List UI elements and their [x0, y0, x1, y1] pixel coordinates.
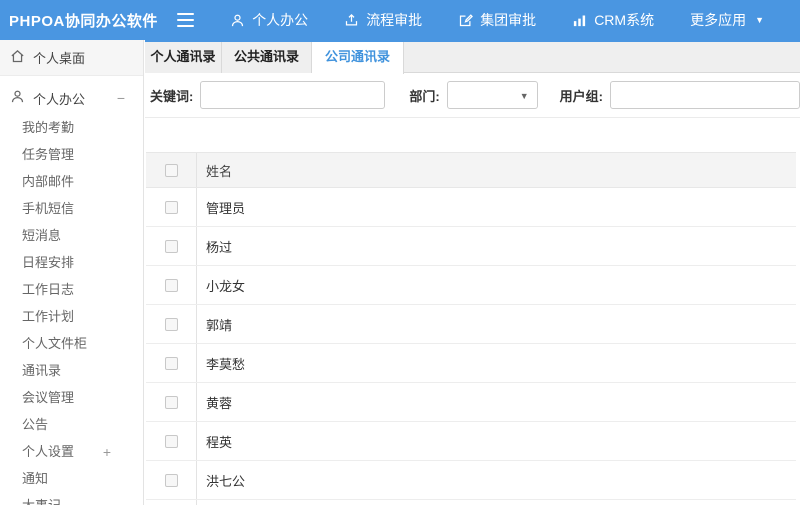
topbar: PHPOA协同办公软件 个人办公 流程审批 集团审批 CRM系统 更多应用 ▼ — [0, 0, 800, 40]
nav-group-approval[interactable]: 集团审批 — [458, 10, 536, 30]
sidebar-item-meetings[interactable]: 会议管理 — [0, 384, 143, 411]
table-row[interactable]: 黄蓉 — [146, 383, 796, 422]
nav-crm-system[interactable]: CRM系统 — [572, 10, 654, 30]
sidebar-item-personal-settings[interactable]: 个人设置 + — [0, 438, 143, 465]
sidebar-item-contacts[interactable]: 通讯录 — [0, 357, 143, 384]
department-select[interactable]: ▼ — [446, 81, 538, 109]
sidebar-item-work-plan[interactable]: 工作计划 — [0, 303, 143, 330]
home-icon — [10, 49, 25, 67]
caret-down-icon: ▼ — [519, 91, 529, 101]
tab-public-contacts[interactable]: 公共通讯录 — [222, 42, 312, 73]
edit-icon — [458, 13, 474, 28]
contact-name: 杨过 — [206, 239, 233, 255]
collapse-icon[interactable]: − — [117, 91, 125, 105]
row-checkbox-cell — [146, 500, 197, 505]
row-checkbox[interactable] — [164, 239, 178, 253]
nav-workflow-approval[interactable]: 流程审批 — [344, 10, 422, 30]
sidebar-item-attendance[interactable]: 我的考勤 — [0, 114, 143, 141]
sidebar-item-short-message[interactable]: 短消息 — [0, 222, 143, 249]
row-checkbox-cell — [146, 422, 197, 460]
department-label: 部门: — [409, 88, 440, 104]
row-checkbox[interactable] — [164, 434, 178, 448]
row-checkbox[interactable] — [164, 278, 178, 292]
contacts-table: 姓名 管理员 杨过 小龙女 郭靖 李莫愁 黄蓉 程英 洪七公 — [146, 152, 796, 505]
table-row[interactable]: 小龙女 — [146, 266, 796, 305]
expand-icon[interactable]: + — [103, 445, 111, 459]
nav-label: 更多应用 — [690, 12, 747, 28]
row-checkbox[interactable] — [164, 395, 178, 409]
row-checkbox[interactable] — [164, 200, 178, 214]
chart-icon — [572, 13, 587, 28]
sidebar-item-announcements[interactable]: 公告 — [0, 411, 143, 438]
select-all-cell — [146, 153, 197, 187]
sidebar-item-notifications[interactable]: 通知 — [0, 465, 143, 492]
contact-name: 郭靖 — [206, 317, 233, 333]
nav-label: 个人办公 — [252, 12, 309, 28]
nav-more-apps[interactable]: 更多应用 ▼ — [690, 10, 764, 30]
nav-label: 流程审批 — [366, 12, 423, 28]
top-nav: 个人办公 流程审批 集团审批 CRM系统 更多应用 ▼ — [230, 10, 800, 30]
contact-name: 李莫愁 — [206, 356, 246, 372]
sidebar-item-label: 个人桌面 — [33, 51, 86, 66]
sidebar-item-tasks[interactable]: 任务管理 — [0, 141, 143, 168]
row-checkbox-cell — [146, 188, 197, 226]
row-checkbox-cell — [146, 266, 197, 304]
nav-personal-office[interactable]: 个人办公 — [230, 10, 308, 30]
app-title: PHPOA协同办公软件 — [9, 12, 158, 30]
main-content: 个人通讯录 公共通讯录 公司通讯录 关键词: 部门: ▼ 用户组: 姓名 管理员… — [145, 40, 800, 505]
contact-name: 黄蓉 — [206, 395, 233, 411]
hamburger-icon[interactable] — [176, 13, 195, 27]
person-icon — [10, 89, 25, 107]
sidebar-item-schedule[interactable]: 日程安排 — [0, 249, 143, 276]
sidebar-item-file-cabinet[interactable]: 个人文件柜 — [0, 330, 143, 357]
table-row[interactable]: 程英 — [146, 422, 796, 461]
nav-label: 集团审批 — [480, 12, 537, 28]
row-checkbox[interactable] — [164, 473, 178, 487]
table-row[interactable]: 管理员 — [146, 188, 796, 227]
row-checkbox-cell — [146, 227, 197, 265]
tab-company-contacts[interactable]: 公司通讯录 — [312, 42, 404, 74]
table-row[interactable]: 洪七公 — [146, 461, 796, 500]
table-row[interactable]: 郭靖 — [146, 305, 796, 344]
tab-personal-contacts[interactable]: 个人通讯录 — [145, 42, 222, 73]
table-row-partial — [146, 500, 796, 505]
user-group-label: 用户组: — [559, 88, 603, 104]
sidebar-item-milestones[interactable]: 大事记 — [0, 492, 143, 505]
sidebar-item-sms[interactable]: 手机短信 — [0, 195, 143, 222]
contact-name: 程英 — [206, 434, 233, 450]
select-all-checkbox[interactable] — [164, 163, 178, 177]
sidebar-item-label: 个人设置 — [22, 444, 75, 459]
keyword-label: 关键词: — [150, 88, 194, 104]
flow-icon — [344, 13, 359, 28]
sidebar: 个人桌面 个人办公 − 我的考勤 任务管理 内部邮件 手机短信 短消息 日程安排… — [0, 40, 144, 505]
sidebar-section-personal-office[interactable]: 个人办公 − — [0, 82, 143, 114]
app-window: PHPOA协同办公软件 个人办公 流程审批 集团审批 CRM系统 更多应用 ▼ … — [0, 0, 800, 505]
row-checkbox[interactable] — [164, 356, 178, 370]
filter-bar: 关键词: 部门: ▼ 用户组: — [145, 73, 800, 118]
table-header-row: 姓名 — [146, 153, 796, 188]
sidebar-section-label: 个人办公 — [33, 91, 86, 107]
sidebar-item-internal-mail[interactable]: 内部邮件 — [0, 168, 143, 195]
person-icon — [230, 13, 245, 28]
table-row[interactable]: 杨过 — [146, 227, 796, 266]
table-row[interactable]: 李莫愁 — [146, 344, 796, 383]
keyword-input[interactable] — [200, 81, 386, 109]
sidebar-item-work-log[interactable]: 工作日志 — [0, 276, 143, 303]
row-checkbox-cell — [146, 344, 197, 382]
caret-down-icon: ▼ — [755, 15, 764, 25]
sidebar-item-desktop[interactable]: 个人桌面 — [0, 40, 143, 76]
row-checkbox-cell — [146, 305, 197, 343]
column-header-name: 姓名 — [206, 163, 233, 179]
row-checkbox[interactable] — [164, 317, 178, 331]
row-checkbox-cell — [146, 461, 197, 499]
user-group-input[interactable] — [610, 81, 800, 109]
contact-name: 洪七公 — [206, 473, 246, 489]
sidebar-menu: 我的考勤 任务管理 内部邮件 手机短信 短消息 日程安排 工作日志 工作计划 个… — [0, 114, 143, 505]
row-checkbox-cell — [146, 383, 197, 421]
nav-label: CRM系统 — [594, 12, 655, 28]
contact-name: 小龙女 — [206, 278, 246, 294]
contact-name: 管理员 — [206, 200, 246, 216]
tab-bar: 个人通讯录 公共通讯录 公司通讯录 — [145, 42, 800, 74]
